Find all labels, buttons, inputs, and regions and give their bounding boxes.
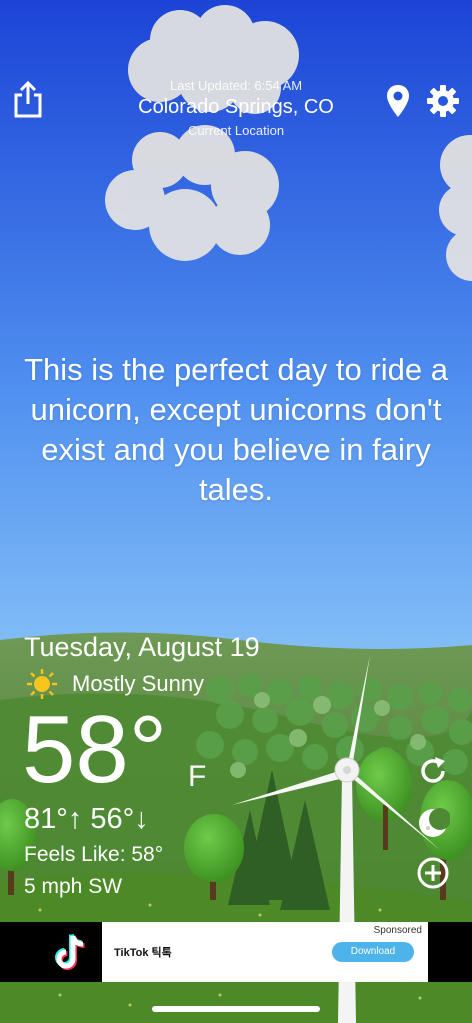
ad-title: TikTok 틱톡 [114, 947, 172, 959]
weather-date: Tuesday, August 19 [24, 632, 260, 662]
temperature-unit[interactable]: F [188, 760, 206, 794]
refresh-icon [421, 757, 445, 783]
home-indicator[interactable] [152, 1006, 320, 1012]
wind-speed: 5 mph SW [24, 875, 123, 898]
weather-condition: Mostly Sunny [72, 671, 205, 696]
location-subtitle: Current Location [187, 123, 285, 138]
location-pin-icon [387, 85, 409, 117]
weather-quote: This is the perfect day to ride a unicor… [24, 352, 448, 507]
current-temperature: 58° [22, 696, 168, 803]
ad-download-button[interactable]: Download [332, 942, 414, 962]
tiktok-logo [50, 930, 94, 974]
location-button[interactable] [385, 84, 411, 118]
add-location-button[interactable] [416, 856, 450, 890]
high-low-temperature: 81°↑ 56°↓ [24, 803, 149, 835]
plus-circle-icon [417, 857, 449, 889]
gear-icon [427, 85, 459, 117]
moon-button[interactable] [416, 806, 451, 840]
ad-content[interactable]: Sponsored TikTok 틱톡 Download [102, 922, 428, 982]
ad-sponsored-label: Sponsored [373, 925, 422, 936]
settings-button[interactable] [426, 84, 460, 118]
feels-like: Feels Like: 58° [24, 843, 164, 866]
ad-banner[interactable]: Sponsored TikTok 틱톡 Download [0, 922, 472, 982]
refresh-button[interactable] [416, 754, 450, 788]
moon-icon [419, 808, 451, 837]
weather-scene [0, 0, 472, 1023]
